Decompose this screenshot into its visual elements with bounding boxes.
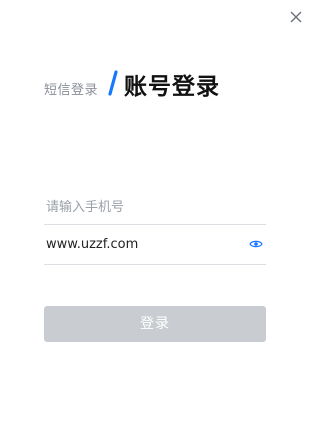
login-window: 短信登录 账号登录 www.uzzf.com 登录: [0, 0, 313, 440]
tab-sms-login[interactable]: 短信登录: [44, 79, 98, 98]
phone-input[interactable]: [44, 196, 256, 218]
password-input[interactable]: www.uzzf.com: [46, 237, 138, 252]
tab-account-login[interactable]: 账号登录: [124, 67, 220, 101]
eye-icon[interactable]: [249, 237, 263, 251]
password-field[interactable]: www.uzzf.com: [44, 228, 266, 265]
login-tabs: 短信登录 账号登录: [44, 66, 274, 102]
phone-field: [44, 188, 266, 225]
close-button[interactable]: [287, 8, 305, 26]
close-icon: [287, 8, 305, 26]
tab-divider: [106, 70, 120, 96]
login-button[interactable]: 登录: [44, 306, 266, 342]
